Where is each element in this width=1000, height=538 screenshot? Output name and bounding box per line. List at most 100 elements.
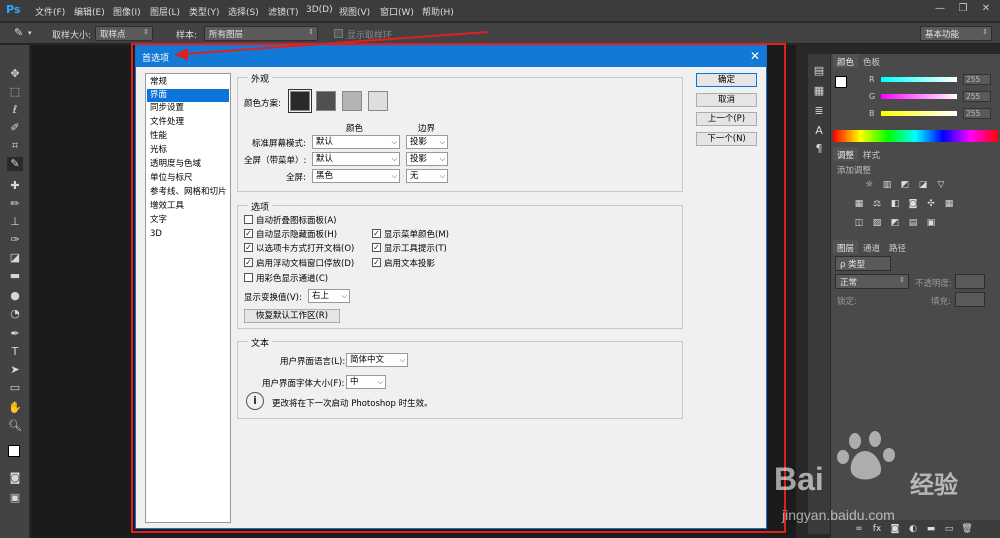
tab-channels[interactable]: 通道 <box>859 240 884 254</box>
menu-layer[interactable]: 图层(L) <box>150 5 180 18</box>
workspace-value: 基本功能 <box>925 30 960 40</box>
menu-edit[interactable]: 编辑(E) <box>74 5 105 18</box>
menu-image[interactable]: 图像(I) <box>113 5 141 18</box>
menu-filter[interactable]: 滤镜(T) <box>268 5 299 18</box>
selective-color-icon[interactable]: ▣ <box>925 218 937 229</box>
layer-kind-value: ρ 类型 <box>840 260 866 270</box>
type-tool-icon[interactable]: T <box>7 345 23 359</box>
slider-r-bar[interactable] <box>881 77 957 82</box>
color-balance-icon[interactable]: ⚖ <box>871 199 883 210</box>
slider-g-bar[interactable] <box>881 94 957 99</box>
posterize-icon[interactable]: ▨ <box>871 218 883 229</box>
opacity-input[interactable] <box>955 274 985 289</box>
blend-mode-value: 正常 <box>840 278 858 288</box>
menu-file[interactable]: 文件(F) <box>35 5 65 18</box>
menu-view[interactable]: 视图(V) <box>339 5 370 18</box>
menu-bar: Ps 文件(F) 编辑(E) 图像(I) 图层(L) 类型(Y) 选择(S) 滤… <box>0 0 1000 22</box>
workspace-select[interactable]: 基本功能 ⇕ <box>920 26 992 41</box>
add-adjustment-label: 添加调整 <box>837 166 872 176</box>
invert-icon[interactable]: ◫ <box>853 218 865 229</box>
fill-input[interactable] <box>955 292 985 307</box>
menu-select[interactable]: 选择(S) <box>228 5 259 18</box>
annotation-frame <box>131 43 786 533</box>
eyedropper-tool-icon[interactable]: ✎ <box>7 157 23 171</box>
hue-icon[interactable]: ▦ <box>853 199 865 210</box>
slider-r[interactable]: R 255 <box>869 74 999 86</box>
path-select-icon[interactable]: ➤ <box>7 363 23 377</box>
annotation-arrow <box>174 31 489 60</box>
slider-b-bar[interactable] <box>881 111 957 116</box>
menu-help[interactable]: 帮助(H) <box>422 5 454 18</box>
gradient-map-icon[interactable]: ▤ <box>907 218 919 229</box>
brush-tool-icon[interactable]: ✏ <box>7 197 23 211</box>
marquee-tool-icon[interactable]: ⬚ <box>7 85 23 99</box>
history-brush-icon[interactable]: ✑ <box>7 233 23 247</box>
crop-tool-icon[interactable]: ⌗ <box>7 139 23 153</box>
swatch-panel-icon[interactable]: ▦ <box>811 84 827 98</box>
quick-mask-icon[interactable]: ◙ <box>7 471 23 485</box>
exposure-icon[interactable]: ◪ <box>917 180 929 191</box>
slider-g-value[interactable]: 255 <box>963 91 991 102</box>
blur-tool-icon[interactable]: ● <box>7 289 23 303</box>
slider-g[interactable]: G 255 <box>869 91 999 103</box>
menu-3d[interactable]: 3D(D) <box>306 5 333 15</box>
minimize-icon[interactable]: — <box>932 3 948 17</box>
baidu-watermark: Bai 经验 jingyan.baidu.com <box>760 425 980 535</box>
blend-mode-select[interactable]: 正常 ⇕ <box>835 274 909 289</box>
tab-adjustments[interactable]: 调整 <box>833 147 859 161</box>
slider-r-value[interactable]: 255 <box>963 74 991 85</box>
fg-color-chip[interactable] <box>835 76 847 88</box>
sample-size-value: 取样点 <box>100 30 126 40</box>
gradient-tool-icon[interactable]: ▬ <box>7 269 23 283</box>
stamp-tool-icon[interactable]: ⊥ <box>7 215 23 229</box>
curves-icon[interactable]: ◩ <box>899 180 911 191</box>
sample-size-select[interactable]: 取样点 ⇕ <box>95 26 153 41</box>
slider-b[interactable]: B 255 <box>869 108 999 120</box>
pen-tool-icon[interactable]: ✒ <box>7 327 23 341</box>
close-icon[interactable]: ✕ <box>978 3 994 17</box>
tab-color[interactable]: 颜色 <box>833 54 859 68</box>
slider-g-label: G <box>869 92 876 101</box>
slider-b-value[interactable]: 255 <box>963 108 991 119</box>
eraser-tool-icon[interactable]: ◪ <box>7 251 23 265</box>
menu-type[interactable]: 类型(Y) <box>189 5 220 18</box>
dodge-tool-icon[interactable]: ◔ <box>7 307 23 321</box>
opacity-label: 不透明度: <box>915 279 952 289</box>
channel-mixer-icon[interactable]: ✣ <box>925 199 937 210</box>
foreground-color-swatch[interactable] <box>8 445 20 457</box>
lasso-tool-icon[interactable]: ℓ <box>7 103 23 117</box>
tab-paths[interactable]: 路径 <box>885 240 910 254</box>
tab-layers[interactable]: 图层 <box>833 240 859 254</box>
tab-swatches[interactable]: 色板 <box>859 54 884 68</box>
shape-tool-icon[interactable]: ▭ <box>7 381 23 395</box>
slider-b-label: B <box>869 109 875 118</box>
bw-icon[interactable]: ◧ <box>889 199 901 210</box>
watermark-brand-cn: 经验 <box>910 471 958 499</box>
healing-tool-icon[interactable]: ✚ <box>7 179 23 193</box>
slider-r-label: R <box>869 75 875 84</box>
vibrance-icon[interactable]: ▽ <box>935 180 947 191</box>
character-panel-icon[interactable]: A <box>811 124 827 138</box>
chevron-down-icon[interactable]: ▾ <box>28 29 32 37</box>
tab-styles[interactable]: 样式 <box>859 147 884 161</box>
restore-icon[interactable]: ❐ <box>955 3 971 17</box>
paragraph-panel-icon[interactable]: ¶ <box>811 142 827 156</box>
history-panel-icon[interactable]: ▤ <box>811 64 827 78</box>
layer-kind-select[interactable]: ρ 类型 <box>835 256 891 271</box>
screen-mode-icon[interactable]: ▣ <box>7 491 23 505</box>
levels-icon[interactable]: ▥ <box>881 180 893 191</box>
brightness-icon[interactable]: ☼ <box>863 180 875 191</box>
hand-tool-icon[interactable]: ✋ <box>7 401 23 415</box>
tools-panel: ✥ ⬚ ℓ ✐ ⌗ ✎ ✚ ✏ ⊥ ✑ ◪ ▬ ● ◔ ✒ T ➤ ▭ ✋ 🔍︎… <box>0 45 30 538</box>
menu-window[interactable]: 窗口(W) <box>380 5 414 18</box>
zoom-tool-icon[interactable]: 🔍︎ <box>7 419 23 433</box>
quick-select-tool-icon[interactable]: ✐ <box>7 121 23 135</box>
color-spectrum[interactable] <box>833 130 998 142</box>
threshold-icon[interactable]: ◩ <box>889 218 901 229</box>
move-tool-icon[interactable]: ✥ <box>7 67 23 81</box>
color-lookup-icon[interactable]: ▦ <box>943 199 955 210</box>
options-bar: ✎ ▾ 取样大小: 取样点 ⇕ 样本: 所有图层 ⇕ 显示取样环 基本功能 ⇕ <box>0 23 1000 44</box>
properties-panel-icon[interactable]: ≣ <box>811 104 827 118</box>
photo-filter-icon[interactable]: ◙ <box>907 199 919 210</box>
eyedropper-icon[interactable]: ✎ <box>14 26 23 39</box>
